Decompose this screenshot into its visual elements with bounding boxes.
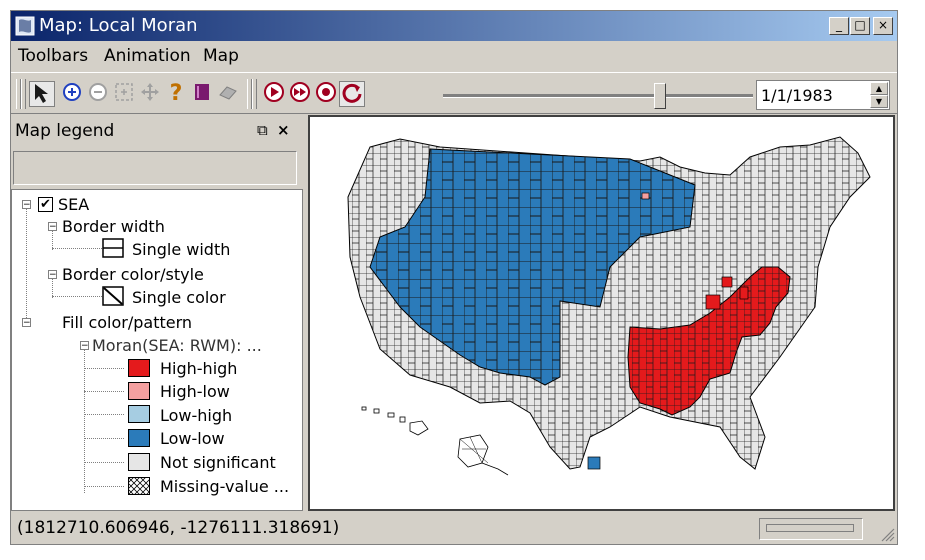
float-panel-button[interactable]: ⧉ (257, 121, 268, 139)
map-region-low-low[interactable] (587, 456, 601, 470)
stop-icon (316, 82, 336, 102)
toolbar-grip[interactable] (252, 79, 257, 109)
date-spinbox[interactable]: 1/1/1983 ▲ ▼ (756, 80, 890, 110)
hawaii-islands (361, 406, 429, 436)
fill-label[interactable]: Fill color/pattern (62, 313, 192, 332)
single-width-icon (102, 238, 124, 258)
pan-button[interactable] (137, 81, 163, 107)
class-label-high-high[interactable]: High-high (160, 359, 237, 378)
class-label-missing-value[interactable]: Missing-value ... (160, 477, 289, 496)
select-arrow-icon (35, 84, 48, 103)
collapse-toggle[interactable]: − (22, 200, 31, 210)
swatch-not-significant (128, 453, 150, 471)
checkmark-icon: ✔ (40, 197, 51, 212)
border-width-label[interactable]: Border width (62, 217, 165, 236)
class-label-high-low[interactable]: High-low (160, 382, 230, 401)
map-region-high-high[interactable] (739, 286, 749, 300)
map-canvas[interactable] (308, 115, 895, 511)
book-icon (195, 84, 209, 100)
legend-tree: − ✔ SEA − Border width Single width − Bo… (11, 189, 303, 511)
close-button[interactable]: × (873, 17, 893, 35)
alaska-inset (457, 434, 509, 476)
zoom-in-icon (63, 83, 81, 101)
class-label-low-high[interactable]: Low-high (160, 406, 232, 425)
book-button[interactable] (189, 81, 215, 107)
window-title: Map: Local Moran (39, 15, 198, 36)
menu-toolbars[interactable]: Toolbars (18, 46, 88, 66)
app-icon (15, 16, 35, 36)
collapse-toggle[interactable]: − (48, 222, 57, 232)
map-window: Map: Local Moran _ □ × Toolbars Animatio… (10, 10, 898, 545)
resize-grip-icon[interactable] (879, 526, 895, 542)
map-region-high-low[interactable] (641, 192, 650, 200)
select-tool-button[interactable] (29, 81, 55, 107)
swatch-high-high (128, 359, 150, 377)
play-button[interactable] (261, 81, 287, 107)
loop-button[interactable] (339, 81, 365, 107)
variable-label[interactable]: Moran(SEA: RWM): ... (92, 336, 262, 355)
class-label-low-low[interactable]: Low-low (160, 429, 225, 448)
single-color-icon (102, 286, 124, 306)
map-region-high-high[interactable] (705, 294, 721, 310)
map-region-high-high[interactable] (721, 276, 733, 288)
swatch-high-low (128, 382, 150, 400)
border-color-label[interactable]: Border color/style (62, 265, 204, 284)
eraser-button[interactable] (215, 81, 241, 107)
swatch-missing-value (128, 477, 150, 495)
zoom-in-button[interactable] (59, 81, 85, 107)
swatch-low-high (128, 405, 150, 423)
loop-icon (342, 83, 362, 103)
fast-forward-icon (290, 82, 310, 102)
collapse-toggle[interactable]: − (48, 270, 57, 280)
minimize-icon: _ (836, 18, 842, 32)
help-button[interactable]: ? (163, 81, 189, 107)
layer-checkbox[interactable]: ✔ (38, 197, 53, 212)
help-icon: ? (169, 81, 183, 106)
time-slider[interactable] (443, 94, 753, 98)
time-slider-thumb[interactable] (654, 83, 666, 109)
status-progress-box (759, 518, 863, 540)
play-icon (264, 82, 284, 102)
progress-bar (766, 524, 854, 532)
title-bar[interactable]: Map: Local Moran _ □ × (11, 11, 897, 41)
menu-bar: Toolbars Animation Map (11, 42, 897, 70)
minimize-button[interactable]: _ (829, 17, 849, 35)
menu-map[interactable]: Map (203, 46, 239, 66)
pan-icon (141, 83, 159, 101)
chevron-down-icon: ▼ (875, 97, 883, 106)
fast-forward-button[interactable] (287, 81, 313, 107)
zoom-out-icon (89, 83, 107, 101)
zoom-extent-button[interactable] (111, 81, 137, 107)
layer-name[interactable]: SEA (58, 195, 89, 214)
toolbar-grip[interactable] (21, 79, 26, 109)
collapse-toggle[interactable]: − (22, 318, 31, 328)
collapse-toggle[interactable]: − (80, 341, 89, 351)
chevron-up-icon: ▲ (875, 84, 883, 93)
legend-search-box[interactable] (13, 151, 297, 185)
status-bar: (1812710.606946, -1276111.318691) (11, 513, 897, 544)
float-icon: ⧉ (257, 121, 268, 139)
zoom-extent-icon (115, 83, 133, 101)
menu-animation[interactable]: Animation (104, 46, 191, 66)
spin-up-button[interactable]: ▲ (870, 82, 888, 95)
maximize-icon: □ (854, 18, 866, 32)
border-width-value[interactable]: Single width (132, 240, 230, 259)
spin-down-button[interactable]: ▼ (870, 95, 888, 108)
close-icon: × (277, 121, 290, 139)
legend-panel: Map legend ⧉ × − ✔ SEA − Border width Si… (11, 115, 303, 511)
date-value[interactable]: 1/1/1983 (761, 86, 833, 105)
cursor-coordinates: (1812710.606946, -1276111.318691) (17, 518, 340, 538)
swatch-low-low (128, 429, 150, 447)
eraser-icon (219, 86, 237, 100)
zoom-out-button[interactable] (85, 81, 111, 107)
legend-title: Map legend (15, 121, 115, 141)
stop-button[interactable] (313, 81, 339, 107)
close-panel-button[interactable]: × (277, 121, 290, 139)
maximize-button[interactable]: □ (850, 17, 870, 35)
close-icon: × (877, 18, 889, 32)
border-color-value[interactable]: Single color (132, 288, 226, 307)
class-label-not-significant[interactable]: Not significant (160, 453, 276, 472)
us-counties-map[interactable] (310, 117, 893, 509)
toolbar: ? 1/1/1983 ▲ ▼ (11, 72, 897, 114)
